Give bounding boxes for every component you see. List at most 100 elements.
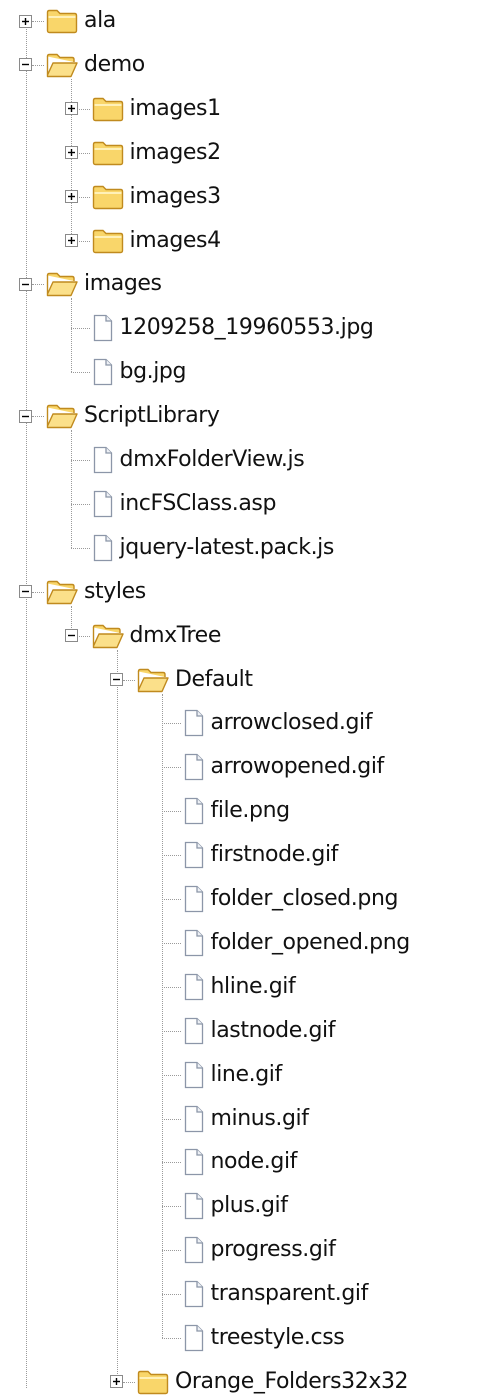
folder-open-icon — [46, 52, 78, 78]
tree-connector — [71, 430, 72, 548]
node-label: hline.gif — [210, 973, 296, 999]
folder-closed-icon — [92, 140, 124, 166]
folder-node-default[interactable]: Default — [137, 662, 253, 698]
node-label: treestyle.css — [210, 1325, 345, 1350]
folder-node-styles[interactable]: styles — [46, 574, 146, 610]
file-node-arrowopened-gif[interactable]: arrowopened.gif — [183, 749, 384, 785]
file-icon — [183, 753, 205, 781]
node-label: images2 — [129, 139, 222, 165]
folder-open-icon — [46, 579, 78, 605]
folder-node-images2[interactable]: images2 — [92, 135, 221, 171]
node-label: minus.gif — [210, 1105, 310, 1131]
collapse-toggle-icon[interactable] — [19, 277, 32, 291]
file-icon — [183, 841, 205, 869]
expand-toggle-icon[interactable] — [64, 234, 78, 247]
file-node-incfsclass-asp[interactable]: incFSClass.asp — [92, 486, 276, 522]
tree-connector — [31, 416, 44, 418]
node-label: images — [84, 271, 162, 297]
file-node-folder-closed-png[interactable]: folder_closed.png — [183, 881, 399, 917]
file-node-dmxfolderview-js[interactable]: dmxFolderView.js — [92, 442, 305, 478]
node-label: dmxFolderView.js — [119, 447, 305, 472]
folder-node-orange-folders32x32[interactable]: Orange_Folders32x32 — [137, 1364, 409, 1400]
node-label: demo — [84, 51, 145, 77]
file-node-minus-gif[interactable]: minus.gif — [183, 1101, 309, 1137]
node-label: folder_opened.png — [210, 929, 411, 955]
file-node-firstnode-gif[interactable]: firstnode.gif — [183, 837, 338, 873]
node-label: images3 — [129, 183, 222, 209]
tree-connector — [71, 547, 90, 549]
tree-connector — [71, 328, 90, 330]
collapse-toggle-icon[interactable] — [64, 629, 78, 643]
file-icon — [183, 885, 205, 913]
node-label: jquery-latest.pack.js — [119, 534, 335, 560]
folder-node-ala[interactable]: ala — [46, 3, 116, 39]
folder-closed-icon — [137, 1369, 169, 1395]
file-node-node-gif[interactable]: node.gif — [183, 1144, 298, 1180]
tree-connector — [162, 1074, 181, 1076]
file-icon — [183, 1148, 205, 1176]
file-icon — [183, 1061, 205, 1089]
node-label: node.gif — [210, 1149, 298, 1175]
expand-toggle-icon[interactable] — [110, 1375, 123, 1389]
expand-toggle-icon[interactable] — [19, 14, 32, 28]
tree-connector — [122, 679, 135, 681]
tree-connector — [31, 64, 44, 66]
folder-node-images1[interactable]: images1 — [92, 91, 221, 127]
expand-toggle-icon[interactable] — [64, 190, 78, 204]
file-node-jquery-latest-pack-js[interactable]: jquery-latest.pack.js — [92, 530, 334, 566]
tree-connector — [162, 1162, 181, 1164]
file-icon — [183, 1192, 205, 1220]
tree-connector — [162, 693, 163, 1338]
tree-connector — [162, 986, 181, 988]
file-icon — [92, 446, 114, 474]
folder-open-icon — [137, 667, 169, 693]
file-node-hline-gif[interactable]: hline.gif — [183, 969, 296, 1005]
file-node-progress-gif[interactable]: progress.gif — [183, 1232, 336, 1268]
folder-tree: ala demo images1 images2 images3 images4 image… — [0, 0, 479, 1395]
folder-open-icon — [46, 271, 78, 297]
node-label: Orange_Folders32x32 — [175, 1368, 409, 1394]
file-node-file-png[interactable]: file.png — [183, 793, 290, 829]
tree-connector — [77, 152, 90, 154]
file-node-arrowclosed-gif[interactable]: arrowclosed.gif — [183, 705, 373, 741]
tree-connector — [77, 635, 90, 637]
tree-connector — [25, 21, 27, 1388]
tree-connector — [116, 649, 118, 1382]
tree-connector — [162, 1338, 181, 1339]
file-icon — [92, 534, 114, 562]
tree-connector — [162, 1250, 181, 1252]
file-node-folder-opened-png[interactable]: folder_opened.png — [183, 925, 410, 961]
tree-connector — [162, 1030, 181, 1032]
tree-connector — [122, 1381, 135, 1383]
file-node-1209258-19960553-jpg[interactable]: 1209258_19960553.jpg — [92, 310, 374, 346]
tree-connector — [162, 723, 181, 725]
expand-toggle-icon[interactable] — [64, 146, 78, 160]
folder-node-images[interactable]: images — [46, 266, 162, 302]
folder-closed-icon — [92, 96, 124, 122]
file-node-treestyle-css[interactable]: treestyle.css — [183, 1320, 345, 1356]
collapse-toggle-icon[interactable] — [110, 673, 123, 686]
file-icon — [183, 1236, 205, 1264]
file-node-bg-jpg[interactable]: bg.jpg — [92, 354, 186, 390]
folder-node-images4[interactable]: images4 — [92, 223, 221, 259]
collapse-toggle-icon[interactable] — [19, 585, 32, 599]
collapse-toggle-icon[interactable] — [19, 409, 32, 423]
file-icon — [183, 709, 205, 737]
file-node-lastnode-gif[interactable]: lastnode.gif — [183, 1013, 336, 1049]
file-icon — [183, 1280, 205, 1308]
folder-closed-icon — [92, 228, 124, 254]
collapse-toggle-icon[interactable] — [19, 58, 32, 72]
file-node-plus-gif[interactable]: plus.gif — [183, 1188, 288, 1224]
tree-connector — [71, 460, 90, 461]
node-label: plus.gif — [210, 1193, 289, 1219]
file-icon — [183, 929, 205, 957]
expand-toggle-icon[interactable] — [64, 102, 78, 116]
folder-node-scriptlibrary[interactable]: ScriptLibrary — [46, 398, 220, 434]
tree-connector — [162, 1118, 181, 1120]
folder-node-images3[interactable]: images3 — [92, 179, 221, 215]
node-label: folder_closed.png — [210, 886, 399, 911]
folder-node-demo[interactable]: demo — [46, 47, 145, 83]
file-node-transparent-gif[interactable]: transparent.gif — [183, 1276, 368, 1312]
folder-node-dmxtree[interactable]: dmxTree — [92, 618, 221, 654]
file-node-line-gif[interactable]: line.gif — [183, 1057, 282, 1093]
